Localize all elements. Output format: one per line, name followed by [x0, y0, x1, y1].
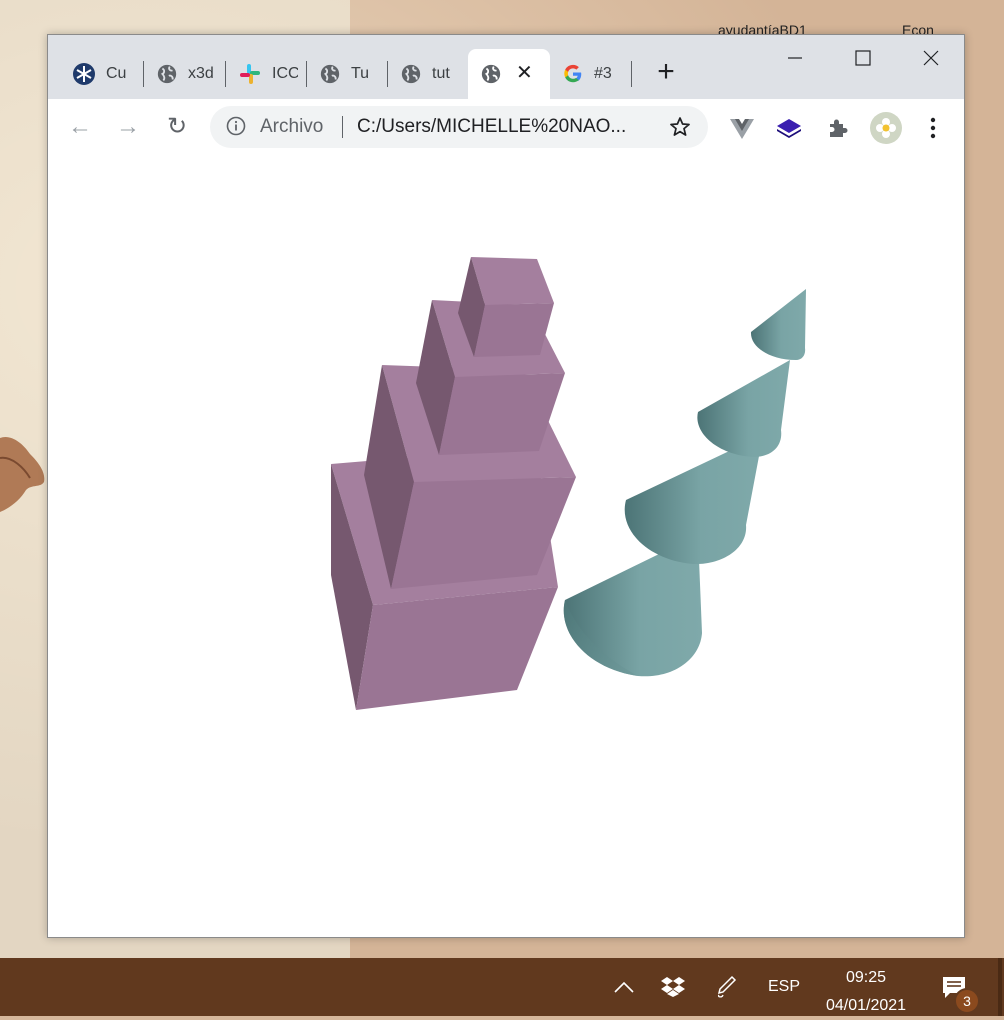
- globe-icon: [320, 64, 340, 84]
- stacked-cones[interactable]: [563, 289, 806, 677]
- minimize-icon: [788, 57, 802, 59]
- profile-avatar-icon[interactable]: [869, 111, 903, 145]
- pen-icon[interactable]: [714, 974, 738, 1000]
- show-desktop-button[interactable]: [998, 958, 1002, 1016]
- layers-extension-icon[interactable]: [776, 115, 802, 141]
- google-icon: [564, 64, 582, 83]
- globe-icon: [401, 64, 421, 84]
- notification-count-badge: 3: [954, 988, 980, 1014]
- cone-top: [750, 289, 806, 360]
- tab-icc[interactable]: ICC: [226, 49, 306, 99]
- stacked-cubes[interactable]: [331, 257, 576, 710]
- tab-x3d[interactable]: x3d: [144, 49, 224, 99]
- maximize-icon: [855, 50, 871, 66]
- cone-third: [697, 360, 790, 457]
- minimize-button[interactable]: [772, 43, 818, 73]
- tab-title: x3d: [188, 65, 214, 82]
- tab-title: ICC: [272, 65, 298, 82]
- maximize-button[interactable]: [840, 43, 886, 73]
- browser-toolbar: ← → ↻ Archivo C:/Users/MICHELLE%20NAO...: [48, 99, 964, 156]
- tab-title: #3: [594, 65, 612, 82]
- windows-taskbar: ESP 09:25 04/01/2021 3: [0, 958, 1004, 1016]
- tab-tu[interactable]: Tu: [307, 49, 387, 99]
- tab-title: Tu: [351, 65, 370, 82]
- file-scheme-chip: Archivo: [260, 116, 324, 137]
- dropbox-icon[interactable]: [660, 976, 686, 998]
- puzzle-extensions-icon[interactable]: [825, 115, 851, 141]
- chevron-up-icon[interactable]: [612, 978, 636, 996]
- close-window-button[interactable]: [908, 43, 954, 73]
- vue-devtools-icon[interactable]: [729, 115, 755, 141]
- cube-top: [458, 257, 554, 357]
- input-language-indicator[interactable]: ESP: [768, 978, 800, 996]
- page-content: [48, 155, 964, 937]
- clock-time: 09:25: [845, 969, 887, 986]
- slack-icon: [240, 64, 260, 84]
- forward-button[interactable]: →: [114, 113, 142, 141]
- tab-tut[interactable]: tut: [388, 49, 468, 99]
- globe-icon: [481, 64, 501, 84]
- tab-title: Cu: [106, 65, 127, 82]
- address-bar[interactable]: Archivo C:/Users/MICHELLE%20NAO...: [210, 106, 708, 148]
- clock[interactable]: 09:25 04/01/2021: [820, 964, 912, 1020]
- new-tab-button[interactable]: +: [652, 57, 680, 87]
- star-icon[interactable]: [668, 115, 692, 139]
- globe-icon: [157, 64, 177, 84]
- snowflake-icon: [73, 63, 95, 85]
- tab-separator: [631, 61, 632, 87]
- tab-google[interactable]: #3: [550, 49, 630, 99]
- tab-close-button[interactable]: ✕: [516, 63, 533, 83]
- back-button[interactable]: ←: [66, 113, 94, 141]
- tab-cu[interactable]: Cu: [60, 49, 140, 99]
- kebab-menu-icon[interactable]: [920, 115, 946, 141]
- tab-strip: Cu x3d ICC Tu tut ✕ #3 +: [48, 35, 964, 99]
- x3d-scene-canvas[interactable]: [48, 155, 964, 937]
- reload-button[interactable]: ↻: [163, 113, 191, 141]
- omnibox-divider: [342, 116, 343, 138]
- browser-window: Cu x3d ICC Tu tut ✕ #3 + ← → ↻ Archivo C…: [47, 34, 965, 938]
- info-icon[interactable]: [226, 116, 246, 136]
- tab-title: tut: [432, 65, 450, 82]
- tab-active[interactable]: ✕: [468, 49, 550, 99]
- url-text[interactable]: C:/Users/MICHELLE%20NAO...: [357, 116, 626, 138]
- close-icon: [923, 50, 939, 66]
- painting-hand-detail: [0, 436, 45, 512]
